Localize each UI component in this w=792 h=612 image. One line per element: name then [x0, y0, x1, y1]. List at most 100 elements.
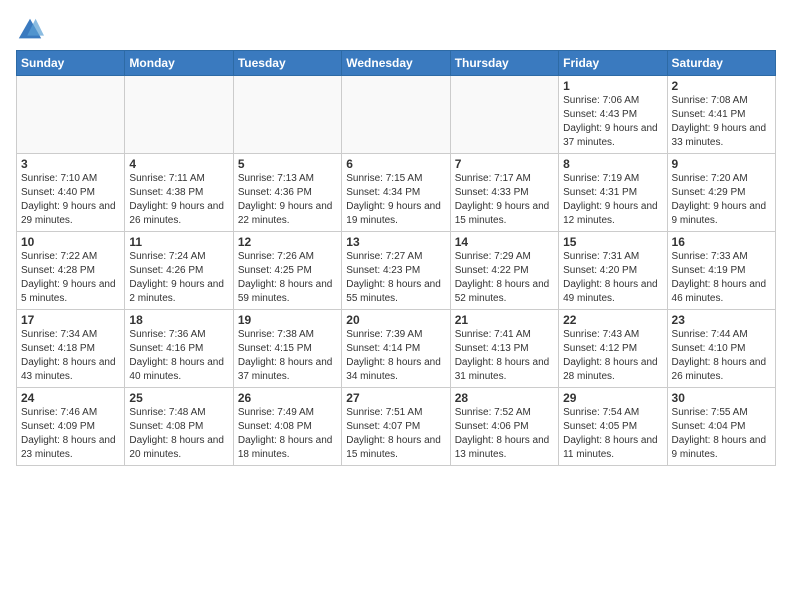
- day-number: 17: [21, 313, 120, 327]
- calendar-cell: 23Sunrise: 7:44 AM Sunset: 4:10 PM Dayli…: [667, 310, 775, 388]
- calendar-cell: 10Sunrise: 7:22 AM Sunset: 4:28 PM Dayli…: [17, 232, 125, 310]
- calendar-cell: 26Sunrise: 7:49 AM Sunset: 4:08 PM Dayli…: [233, 388, 341, 466]
- day-info: Sunrise: 7:54 AM Sunset: 4:05 PM Dayligh…: [563, 406, 662, 462]
- day-info: Sunrise: 7:39 AM Sunset: 4:14 PM Dayligh…: [346, 328, 445, 384]
- calendar-cell: 11Sunrise: 7:24 AM Sunset: 4:26 PM Dayli…: [125, 232, 233, 310]
- day-number: 7: [455, 157, 554, 171]
- calendar-cell: 1Sunrise: 7:06 AM Sunset: 4:43 PM Daylig…: [559, 76, 667, 154]
- day-number: 20: [346, 313, 445, 327]
- week-row-4: 24Sunrise: 7:46 AM Sunset: 4:09 PM Dayli…: [17, 388, 776, 466]
- day-info: Sunrise: 7:11 AM Sunset: 4:38 PM Dayligh…: [129, 172, 228, 228]
- day-info: Sunrise: 7:27 AM Sunset: 4:23 PM Dayligh…: [346, 250, 445, 306]
- day-number: 5: [238, 157, 337, 171]
- day-info: Sunrise: 7:20 AM Sunset: 4:29 PM Dayligh…: [672, 172, 771, 228]
- calendar-cell: [450, 76, 558, 154]
- calendar-cell: 21Sunrise: 7:41 AM Sunset: 4:13 PM Dayli…: [450, 310, 558, 388]
- calendar-cell: 12Sunrise: 7:26 AM Sunset: 4:25 PM Dayli…: [233, 232, 341, 310]
- col-header-sunday: Sunday: [17, 51, 125, 76]
- col-header-wednesday: Wednesday: [342, 51, 450, 76]
- calendar-cell: 29Sunrise: 7:54 AM Sunset: 4:05 PM Dayli…: [559, 388, 667, 466]
- calendar-cell: 24Sunrise: 7:46 AM Sunset: 4:09 PM Dayli…: [17, 388, 125, 466]
- day-info: Sunrise: 7:26 AM Sunset: 4:25 PM Dayligh…: [238, 250, 337, 306]
- day-number: 15: [563, 235, 662, 249]
- calendar-cell: 28Sunrise: 7:52 AM Sunset: 4:06 PM Dayli…: [450, 388, 558, 466]
- day-info: Sunrise: 7:36 AM Sunset: 4:16 PM Dayligh…: [129, 328, 228, 384]
- day-number: 23: [672, 313, 771, 327]
- calendar-cell: 18Sunrise: 7:36 AM Sunset: 4:16 PM Dayli…: [125, 310, 233, 388]
- day-number: 19: [238, 313, 337, 327]
- day-info: Sunrise: 7:17 AM Sunset: 4:33 PM Dayligh…: [455, 172, 554, 228]
- calendar-cell: 15Sunrise: 7:31 AM Sunset: 4:20 PM Dayli…: [559, 232, 667, 310]
- day-info: Sunrise: 7:43 AM Sunset: 4:12 PM Dayligh…: [563, 328, 662, 384]
- logo: [16, 16, 48, 44]
- day-number: 9: [672, 157, 771, 171]
- day-info: Sunrise: 7:06 AM Sunset: 4:43 PM Dayligh…: [563, 94, 662, 150]
- day-number: 22: [563, 313, 662, 327]
- col-header-monday: Monday: [125, 51, 233, 76]
- calendar-table: SundayMondayTuesdayWednesdayThursdayFrid…: [16, 50, 776, 466]
- day-number: 29: [563, 391, 662, 405]
- day-info: Sunrise: 7:38 AM Sunset: 4:15 PM Dayligh…: [238, 328, 337, 384]
- col-header-thursday: Thursday: [450, 51, 558, 76]
- calendar-cell: 9Sunrise: 7:20 AM Sunset: 4:29 PM Daylig…: [667, 154, 775, 232]
- day-number: 28: [455, 391, 554, 405]
- calendar-cell: [233, 76, 341, 154]
- col-header-saturday: Saturday: [667, 51, 775, 76]
- calendar-cell: 16Sunrise: 7:33 AM Sunset: 4:19 PM Dayli…: [667, 232, 775, 310]
- day-info: Sunrise: 7:19 AM Sunset: 4:31 PM Dayligh…: [563, 172, 662, 228]
- day-number: 13: [346, 235, 445, 249]
- week-row-0: 1Sunrise: 7:06 AM Sunset: 4:43 PM Daylig…: [17, 76, 776, 154]
- calendar-cell: 5Sunrise: 7:13 AM Sunset: 4:36 PM Daylig…: [233, 154, 341, 232]
- day-info: Sunrise: 7:29 AM Sunset: 4:22 PM Dayligh…: [455, 250, 554, 306]
- day-info: Sunrise: 7:48 AM Sunset: 4:08 PM Dayligh…: [129, 406, 228, 462]
- day-number: 21: [455, 313, 554, 327]
- day-info: Sunrise: 7:34 AM Sunset: 4:18 PM Dayligh…: [21, 328, 120, 384]
- day-number: 1: [563, 79, 662, 93]
- week-row-3: 17Sunrise: 7:34 AM Sunset: 4:18 PM Dayli…: [17, 310, 776, 388]
- day-info: Sunrise: 7:15 AM Sunset: 4:34 PM Dayligh…: [346, 172, 445, 228]
- day-number: 30: [672, 391, 771, 405]
- day-number: 16: [672, 235, 771, 249]
- calendar-cell: 22Sunrise: 7:43 AM Sunset: 4:12 PM Dayli…: [559, 310, 667, 388]
- day-number: 24: [21, 391, 120, 405]
- day-number: 6: [346, 157, 445, 171]
- day-number: 8: [563, 157, 662, 171]
- week-row-1: 3Sunrise: 7:10 AM Sunset: 4:40 PM Daylig…: [17, 154, 776, 232]
- header: [16, 16, 776, 44]
- day-info: Sunrise: 7:52 AM Sunset: 4:06 PM Dayligh…: [455, 406, 554, 462]
- day-info: Sunrise: 7:24 AM Sunset: 4:26 PM Dayligh…: [129, 250, 228, 306]
- day-number: 10: [21, 235, 120, 249]
- col-header-friday: Friday: [559, 51, 667, 76]
- calendar-cell: [342, 76, 450, 154]
- calendar-cell: 2Sunrise: 7:08 AM Sunset: 4:41 PM Daylig…: [667, 76, 775, 154]
- day-info: Sunrise: 7:55 AM Sunset: 4:04 PM Dayligh…: [672, 406, 771, 462]
- calendar-header-row: SundayMondayTuesdayWednesdayThursdayFrid…: [17, 51, 776, 76]
- day-info: Sunrise: 7:51 AM Sunset: 4:07 PM Dayligh…: [346, 406, 445, 462]
- calendar-cell: 4Sunrise: 7:11 AM Sunset: 4:38 PM Daylig…: [125, 154, 233, 232]
- day-info: Sunrise: 7:13 AM Sunset: 4:36 PM Dayligh…: [238, 172, 337, 228]
- day-number: 11: [129, 235, 228, 249]
- day-info: Sunrise: 7:31 AM Sunset: 4:20 PM Dayligh…: [563, 250, 662, 306]
- calendar-cell: 19Sunrise: 7:38 AM Sunset: 4:15 PM Dayli…: [233, 310, 341, 388]
- day-info: Sunrise: 7:10 AM Sunset: 4:40 PM Dayligh…: [21, 172, 120, 228]
- calendar-cell: 25Sunrise: 7:48 AM Sunset: 4:08 PM Dayli…: [125, 388, 233, 466]
- day-number: 18: [129, 313, 228, 327]
- calendar-cell: 14Sunrise: 7:29 AM Sunset: 4:22 PM Dayli…: [450, 232, 558, 310]
- day-info: Sunrise: 7:22 AM Sunset: 4:28 PM Dayligh…: [21, 250, 120, 306]
- page: SundayMondayTuesdayWednesdayThursdayFrid…: [0, 0, 792, 612]
- day-number: 4: [129, 157, 228, 171]
- calendar-cell: 20Sunrise: 7:39 AM Sunset: 4:14 PM Dayli…: [342, 310, 450, 388]
- day-info: Sunrise: 7:44 AM Sunset: 4:10 PM Dayligh…: [672, 328, 771, 384]
- day-number: 2: [672, 79, 771, 93]
- logo-icon: [16, 16, 44, 44]
- calendar-cell: 27Sunrise: 7:51 AM Sunset: 4:07 PM Dayli…: [342, 388, 450, 466]
- calendar-cell: 6Sunrise: 7:15 AM Sunset: 4:34 PM Daylig…: [342, 154, 450, 232]
- day-number: 25: [129, 391, 228, 405]
- calendar-cell: [125, 76, 233, 154]
- calendar-cell: 3Sunrise: 7:10 AM Sunset: 4:40 PM Daylig…: [17, 154, 125, 232]
- day-number: 3: [21, 157, 120, 171]
- day-number: 14: [455, 235, 554, 249]
- day-number: 26: [238, 391, 337, 405]
- week-row-2: 10Sunrise: 7:22 AM Sunset: 4:28 PM Dayli…: [17, 232, 776, 310]
- day-number: 12: [238, 235, 337, 249]
